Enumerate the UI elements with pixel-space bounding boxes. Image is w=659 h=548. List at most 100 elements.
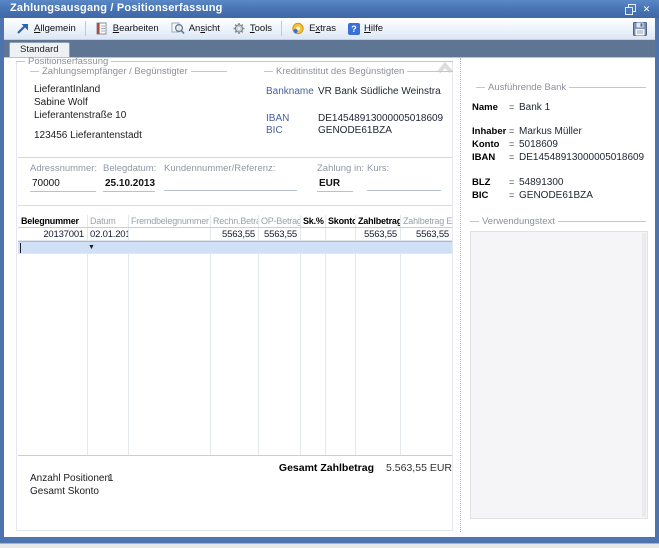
- group-executing-bank-header: Ausführende Bank: [476, 83, 646, 92]
- cell-rechn-betrag[interactable]: 5563,55: [210, 228, 258, 241]
- equals-sign: =: [509, 126, 519, 136]
- grid-row-selected[interactable]: ▼: [18, 241, 452, 254]
- group-payee-bank-header: Kreditinstitut des Begünstigten: [264, 67, 453, 76]
- field-value[interactable]: EUR: [317, 176, 353, 192]
- title-bar[interactable]: Zahlungsausgang / Positionserfassung ✕: [0, 0, 659, 18]
- cell-zahlbetrag-euro[interactable]: 5563,55: [400, 228, 452, 241]
- bic-value: GENODE61BZA: [318, 125, 392, 136]
- kundennummer-field[interactable]: Kundennummer/Referenz:: [164, 163, 297, 191]
- gesamt-zahlbetrag-label: Gesamt Zahlbetrag: [279, 462, 374, 474]
- app-window: Zahlungsausgang / Positionserfassung ✕ A…: [0, 0, 659, 548]
- bank-field-label: BLZ: [472, 177, 509, 188]
- bank-field-value: Markus Müller: [519, 126, 582, 137]
- col-fremdbelegnummer: Fremdbelegnummer: [128, 215, 210, 228]
- field-value[interactable]: [164, 176, 297, 191]
- cell-belegnummer[interactable]: 20137001: [18, 228, 87, 241]
- grid-header-row: Belegnummer Datum Fremdbelegnummer Rechn…: [18, 215, 452, 228]
- col-skonto: Skonto: [325, 215, 355, 228]
- payee-city: 123456 Lieferantenstadt: [34, 130, 142, 141]
- equals-sign: =: [509, 177, 519, 187]
- usage-textarea[interactable]: [470, 231, 648, 519]
- bank-field-value: 5018609: [519, 139, 558, 150]
- kurs-field[interactable]: Kurs:: [367, 163, 441, 191]
- floppy-disk-icon: [633, 22, 647, 36]
- equals-sign: =: [509, 190, 519, 200]
- field-label: Adressnummer:: [30, 163, 96, 174]
- restore-icon: [625, 4, 636, 15]
- menu-ansicht[interactable]: Ansicht: [165, 20, 226, 37]
- bank-row-iban: IBAN = DE14548913000005018609: [472, 152, 644, 163]
- grid-row[interactable]: 20137001 02.01.2013 5563,55 5563,55 5563…: [18, 228, 452, 241]
- col-op-betrag: OP-Betrag: [258, 215, 300, 228]
- cell-sk-prozent[interactable]: [300, 228, 325, 241]
- field-value[interactable]: [367, 176, 441, 191]
- bank-field-value: Bank 1: [519, 102, 550, 113]
- cell-datum[interactable]: 02.01.2013: [87, 228, 128, 241]
- cell-skonto[interactable]: [325, 228, 355, 241]
- magnifier-icon: [171, 22, 185, 35]
- tab-standard[interactable]: Standard: [9, 42, 70, 57]
- restore-button[interactable]: [624, 3, 637, 15]
- anzahl-positionen-label: Anzahl Positionen: [30, 473, 110, 484]
- belegdatum-field[interactable]: Belegdatum: 25.10.2013: [103, 163, 155, 192]
- menu-extras[interactable]: Extras: [285, 20, 342, 37]
- menu-hilfe[interactable]: ? Hilfe: [342, 21, 389, 37]
- close-button[interactable]: ✕: [640, 3, 653, 15]
- panel-splitter[interactable]: [460, 58, 461, 532]
- adressnummer-field[interactable]: Adressnummer: 70000: [30, 163, 96, 192]
- gear-icon: [232, 22, 246, 35]
- group-title: Zahlungsempfänger / Begünstigter: [39, 67, 191, 76]
- menu-allgemein[interactable]: Allgemein: [10, 20, 82, 37]
- tab-label: Standard: [20, 44, 59, 55]
- bank-field-label: Name: [472, 102, 509, 113]
- group-usage-text-header: Verwendungstext: [470, 217, 646, 226]
- cell-op-betrag[interactable]: 5563,55: [258, 228, 300, 241]
- separator-line: [18, 157, 452, 158]
- field-label: Belegdatum:: [103, 163, 155, 174]
- bank-row-bic: BIC = GENODE61BZA: [472, 190, 593, 201]
- field-value[interactable]: 70000: [30, 176, 96, 192]
- menu-bar: Allgemein Bearbeiten Ansicht: [4, 18, 655, 40]
- field-value[interactable]: 25.10.2013: [103, 176, 155, 192]
- gesamt-zahlbetrag-value: 5.563,55 EUR: [386, 462, 452, 474]
- group-payee-header: Zahlungsempfänger / Begünstigter: [30, 67, 227, 76]
- bank-field-label: Inhaber: [472, 126, 509, 137]
- notebook-edit-icon: [95, 22, 109, 35]
- separator-line: [18, 205, 452, 206]
- usage-scrollbar[interactable]: [642, 233, 646, 517]
- menu-label: Allgemein: [34, 23, 76, 34]
- equals-sign: =: [509, 152, 519, 162]
- bank-field-label: Konto: [472, 139, 509, 150]
- bank-field-label: BIC: [472, 190, 509, 201]
- menu-separator: [85, 21, 86, 36]
- zahlung-in-field[interactable]: Zahlung in: EUR: [317, 163, 353, 192]
- grid-bottom-line: [18, 455, 452, 456]
- menu-tools[interactable]: Tools: [226, 20, 278, 37]
- menu-label: Hilfe: [364, 23, 383, 34]
- bankname-value: VR Bank Südliche Weinstra: [318, 86, 441, 97]
- field-label: Kundennummer/Referenz:: [164, 163, 297, 174]
- total-zahlbetrag-row: Gesamt Zahlbetrag 5.563,55 EUR: [200, 462, 452, 474]
- save-button[interactable]: [629, 20, 651, 38]
- bankname-label: Bankname: [266, 86, 314, 97]
- field-label: Zahlung in:: [317, 163, 353, 174]
- gesamt-skonto-label: Gesamt Skonto: [30, 486, 99, 497]
- cell-fremdbelegnummer[interactable]: [128, 228, 210, 241]
- row-dropdown-arrow-icon[interactable]: ▼: [88, 242, 95, 254]
- text-caret: [20, 243, 21, 253]
- equals-sign: =: [509, 139, 519, 149]
- menu-separator: [281, 21, 282, 36]
- group-title: Kreditinstitut des Begünstigten: [273, 67, 407, 76]
- menu-bearbeiten[interactable]: Bearbeiten: [89, 20, 165, 37]
- bank-row-inhaber: Inhaber = Markus Müller: [472, 126, 582, 137]
- menu-label: Bearbeiten: [113, 23, 159, 34]
- anzahl-positionen-value: 1: [108, 473, 114, 484]
- col-zahlbetrag-euro: Zahlbetrag Euro: [400, 215, 452, 228]
- cell-zahlbetrag[interactable]: 5563,55: [355, 228, 400, 241]
- bank-row-blz: BLZ = 54891300: [472, 177, 564, 188]
- bic-label: BIC: [266, 125, 283, 136]
- equals-sign: =: [509, 102, 519, 112]
- bank-field-value: DE14548913000005018609: [519, 152, 644, 163]
- menu-label: Tools: [250, 23, 272, 34]
- menu-label: Ansicht: [189, 23, 220, 34]
